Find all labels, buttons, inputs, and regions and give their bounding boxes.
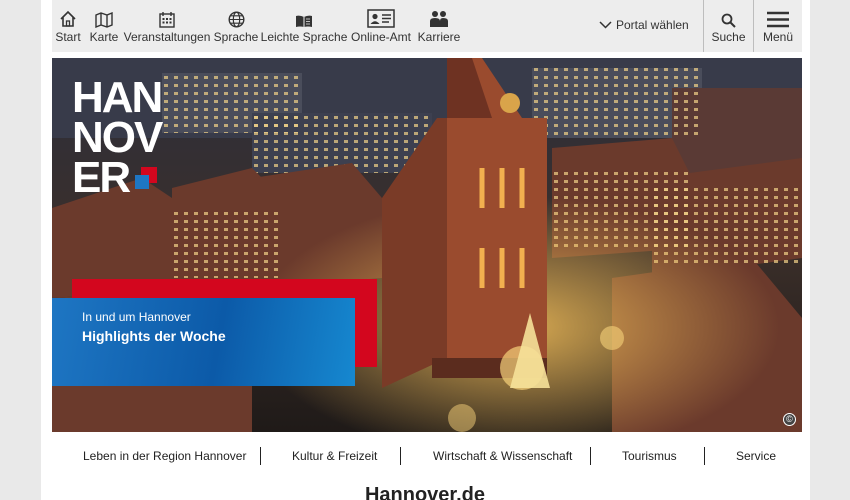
search-button[interactable]: Suche [704, 0, 753, 52]
nav-item-karriere[interactable]: Karriere [418, 0, 460, 52]
easy-language-icon [295, 0, 313, 30]
teaser-kicker: In und um Hannover [82, 310, 191, 324]
nav-item-online-amt[interactable]: Online-Amt [350, 0, 412, 52]
globe-icon [227, 0, 245, 30]
nav-item-leichte-sprache[interactable]: Leichte Sprache [261, 0, 347, 52]
teaser-headline: Highlights der Woche [82, 328, 226, 344]
secondary-navigation: Leben in der Region Hannover Kultur & Fr… [52, 442, 802, 470]
nav-label: Online-Amt [350, 30, 412, 44]
secnav-item-leben[interactable]: Leben in der Region Hannover [83, 449, 246, 463]
nav-label: Karriere [417, 30, 461, 44]
calendar-icon [159, 0, 175, 30]
divider [704, 447, 705, 465]
nav-label: Veranstaltungen [123, 30, 211, 44]
nav-label: Leichte Sprache [260, 30, 348, 44]
divider [260, 447, 261, 465]
search-label: Suche [711, 30, 746, 44]
hero-banner: HAN NOV ER In und um Hannover Highlights… [52, 58, 802, 432]
secnav-item-wirtschaft[interactable]: Wirtschaft & Wissenschaft [433, 449, 572, 463]
id-card-icon [367, 0, 395, 30]
people-icon [429, 0, 449, 30]
hamburger-icon [767, 0, 789, 30]
copyright-icon[interactable]: © [783, 413, 796, 426]
portal-label: Portal wählen [616, 18, 689, 32]
secnav-item-service[interactable]: Service [736, 449, 776, 463]
portal-selector[interactable]: Portal wählen [599, 18, 689, 32]
nav-item-start[interactable]: Start [55, 0, 81, 52]
nav-item-veranstaltungen[interactable]: Veranstaltungen [124, 0, 210, 52]
secnav-item-tourismus[interactable]: Tourismus [622, 449, 677, 463]
top-navigation: Start Karte Veranstaltungen Sprache Leic… [52, 0, 802, 52]
menu-button[interactable]: Menü [754, 0, 802, 52]
divider [590, 447, 591, 465]
nav-item-karte[interactable]: Karte [89, 0, 119, 52]
hannover-logo: HAN NOV ER [72, 73, 163, 202]
logo-mark-icon [135, 167, 158, 189]
site-title: Hannover.de [364, 484, 486, 500]
secnav-item-kultur[interactable]: Kultur & Freizeit [292, 449, 377, 463]
nav-label: Start [55, 30, 81, 44]
search-icon [721, 0, 736, 30]
map-icon [95, 0, 113, 30]
nav-label: Karte [89, 30, 119, 44]
teaser-highlights[interactable]: In und um Hannover Highlights der Woche [52, 298, 355, 386]
menu-label: Menü [762, 30, 794, 44]
chevron-down-icon [599, 21, 612, 29]
nav-label: Sprache [213, 30, 259, 44]
home-icon [59, 0, 77, 30]
nav-item-sprache[interactable]: Sprache [213, 0, 259, 52]
divider [400, 447, 401, 465]
